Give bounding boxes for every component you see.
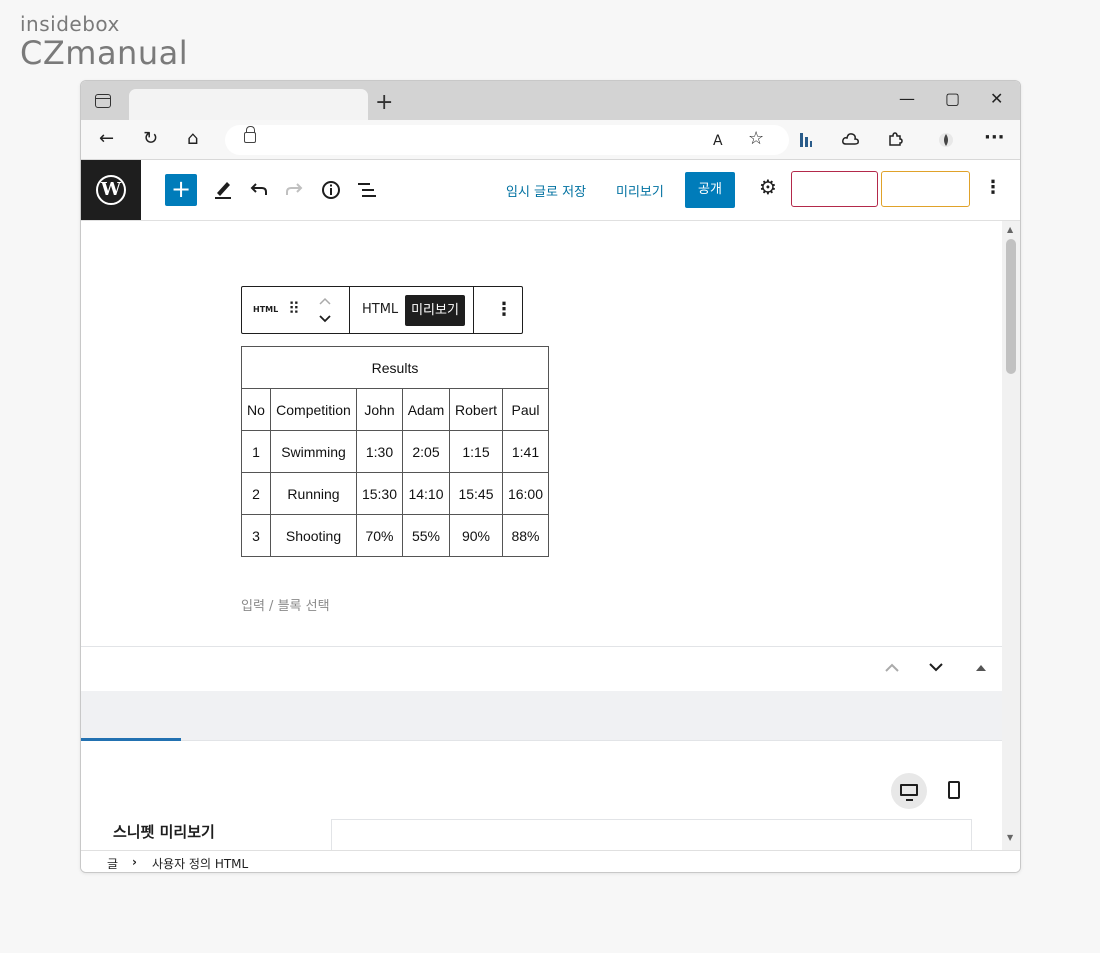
table-cell: 1:41 [502, 430, 549, 473]
list-view-icon[interactable] [357, 182, 377, 198]
desktop-icon [900, 784, 918, 801]
breadcrumb-current[interactable]: 사용자 정의 HTML [152, 855, 248, 872]
save-draft-button[interactable]: 임시 글로 저장 [506, 181, 586, 200]
drag-handle-icon[interactable]: ⠿ [288, 299, 300, 319]
close-button[interactable]: ✕ [990, 89, 1003, 108]
block-appender[interactable]: 입력 / 블록 선택 [241, 595, 330, 614]
table-cell: 2:05 [402, 430, 450, 473]
extension-bars-icon[interactable] [799, 132, 813, 148]
maximize-button[interactable]: ▢ [945, 89, 960, 108]
favorite-icon[interactable]: ☆ [748, 128, 764, 150]
table-cell: 15:30 [356, 472, 403, 515]
more-icon[interactable]: ··· [984, 127, 1005, 149]
chevron-down-icon[interactable] [928, 661, 944, 673]
table-cell: 90% [449, 514, 503, 557]
chevron-up-icon[interactable] [884, 661, 900, 673]
toolbar-divider [473, 287, 474, 333]
cloud-icon[interactable] [842, 132, 860, 146]
table-cell: 88% [502, 514, 549, 557]
scroll-thumb[interactable] [1006, 239, 1016, 374]
table-row: 2 Running 15:30 14:10 15:45 16:00 [241, 472, 549, 515]
column-header: Paul [502, 388, 549, 431]
mobile-icon[interactable] [948, 781, 960, 799]
minimize-button[interactable]: — [899, 89, 915, 108]
table-cell: Shooting [270, 514, 357, 557]
block-type-icon[interactable]: HTML [253, 305, 278, 314]
pencil-icon[interactable] [214, 179, 232, 199]
watermark-logo: insidebox CZmanual [20, 12, 188, 70]
url-input[interactable] [225, 125, 789, 155]
undo-icon[interactable] [250, 181, 268, 197]
table-cell: 1 [241, 430, 271, 473]
table-cell: Running [270, 472, 357, 515]
block-options-icon[interactable]: ⋮ [495, 299, 513, 320]
meta-panel-body: 스니펫 미리보기 [81, 741, 1002, 859]
plugin-button-red[interactable] [791, 171, 878, 207]
column-header: John [356, 388, 403, 431]
breadcrumb-root[interactable]: 글 [107, 855, 118, 872]
lock-icon[interactable] [244, 126, 256, 143]
tab-actions-icon[interactable] [95, 94, 111, 108]
options-menu-icon[interactable]: ⋮ [984, 177, 1002, 198]
table-cell: 2 [241, 472, 271, 515]
title-bar: + — ▢ ✕ [81, 81, 1020, 120]
active-tab[interactable] [129, 89, 368, 120]
table-caption-row: Results [241, 346, 549, 389]
results-table: Results No Competition John Adam Robert … [241, 346, 549, 557]
back-icon[interactable]: ← [99, 128, 114, 150]
address-bar: ← ↻ ⌂ A ☆ ··· [81, 120, 1020, 160]
add-block-button[interactable]: + [165, 174, 197, 206]
preview-button[interactable]: 미리보기 [616, 181, 664, 200]
column-header: Adam [402, 388, 450, 431]
block-toolbar: HTML ⠿ HTML 미리보기 ⋮ [241, 286, 523, 334]
table-cell: 70% [356, 514, 403, 557]
scroll-up-arrow-icon[interactable]: ▲ [1007, 225, 1013, 234]
meta-panel-tabs [81, 691, 1002, 741]
table-row: 3 Shooting 70% 55% 90% 88% [241, 514, 549, 557]
desktop-preview-button[interactable] [891, 773, 927, 809]
profile-icon[interactable] [938, 132, 954, 148]
table-cell: 14:10 [402, 472, 450, 515]
redo-icon [286, 183, 303, 195]
preview-tab[interactable]: 미리보기 [405, 295, 465, 326]
browser-window: + — ▢ ✕ ← ↻ ⌂ A ☆ ··· W + 임시 글로 저장 미리보기 … [80, 80, 1021, 873]
table-header-row: No Competition John Adam Robert Paul [241, 388, 549, 431]
scrollbar[interactable]: ▲ ▼ [1002, 221, 1020, 850]
plugin-button-orange[interactable] [881, 171, 970, 207]
snippet-preview-label: 스니펫 미리보기 [113, 823, 215, 841]
move-up-down-icon[interactable] [318, 295, 332, 325]
table-cell: 1:30 [356, 430, 403, 473]
scroll-down-arrow-icon[interactable]: ▼ [1007, 833, 1013, 842]
html-tab[interactable]: HTML [362, 302, 398, 317]
column-header: No [241, 388, 271, 431]
toggle-panel-icon[interactable] [975, 663, 987, 673]
wordpress-icon: W [96, 175, 126, 205]
table-cell: 55% [402, 514, 450, 557]
table-caption: Results [241, 346, 549, 389]
read-aloud-icon[interactable]: A [713, 130, 723, 152]
new-tab-button[interactable]: + [375, 91, 393, 115]
refresh-icon[interactable]: ↻ [143, 128, 158, 150]
extensions-puzzle-icon[interactable] [887, 131, 903, 147]
meta-panel-header [81, 646, 1002, 691]
table-cell: 1:15 [449, 430, 503, 473]
wordpress-logo[interactable]: W [81, 160, 141, 220]
home-icon[interactable]: ⌂ [187, 128, 198, 150]
table-cell: 16:00 [502, 472, 549, 515]
settings-gear-icon[interactable]: ⚙ [759, 175, 777, 199]
breadcrumb: 글 › 사용자 정의 HTML [81, 850, 1020, 872]
table-cell: Swimming [270, 430, 357, 473]
column-header: Robert [449, 388, 503, 431]
table-cell: 15:45 [449, 472, 503, 515]
breadcrumb-separator-icon: › [132, 855, 137, 869]
column-header: Competition [270, 388, 357, 431]
table-row: 1 Swimming 1:30 2:05 1:15 1:41 [241, 430, 549, 473]
watermark-top: insidebox [20, 12, 120, 36]
watermark-bottom: CZmanual [20, 34, 189, 72]
info-icon[interactable] [321, 180, 341, 200]
publish-button[interactable]: 공개 [685, 172, 735, 208]
editor-header: W + 임시 글로 저장 미리보기 공개 ⚙ ⋮ [81, 160, 1020, 221]
table-cell: 3 [241, 514, 271, 557]
toolbar-divider [349, 287, 350, 333]
